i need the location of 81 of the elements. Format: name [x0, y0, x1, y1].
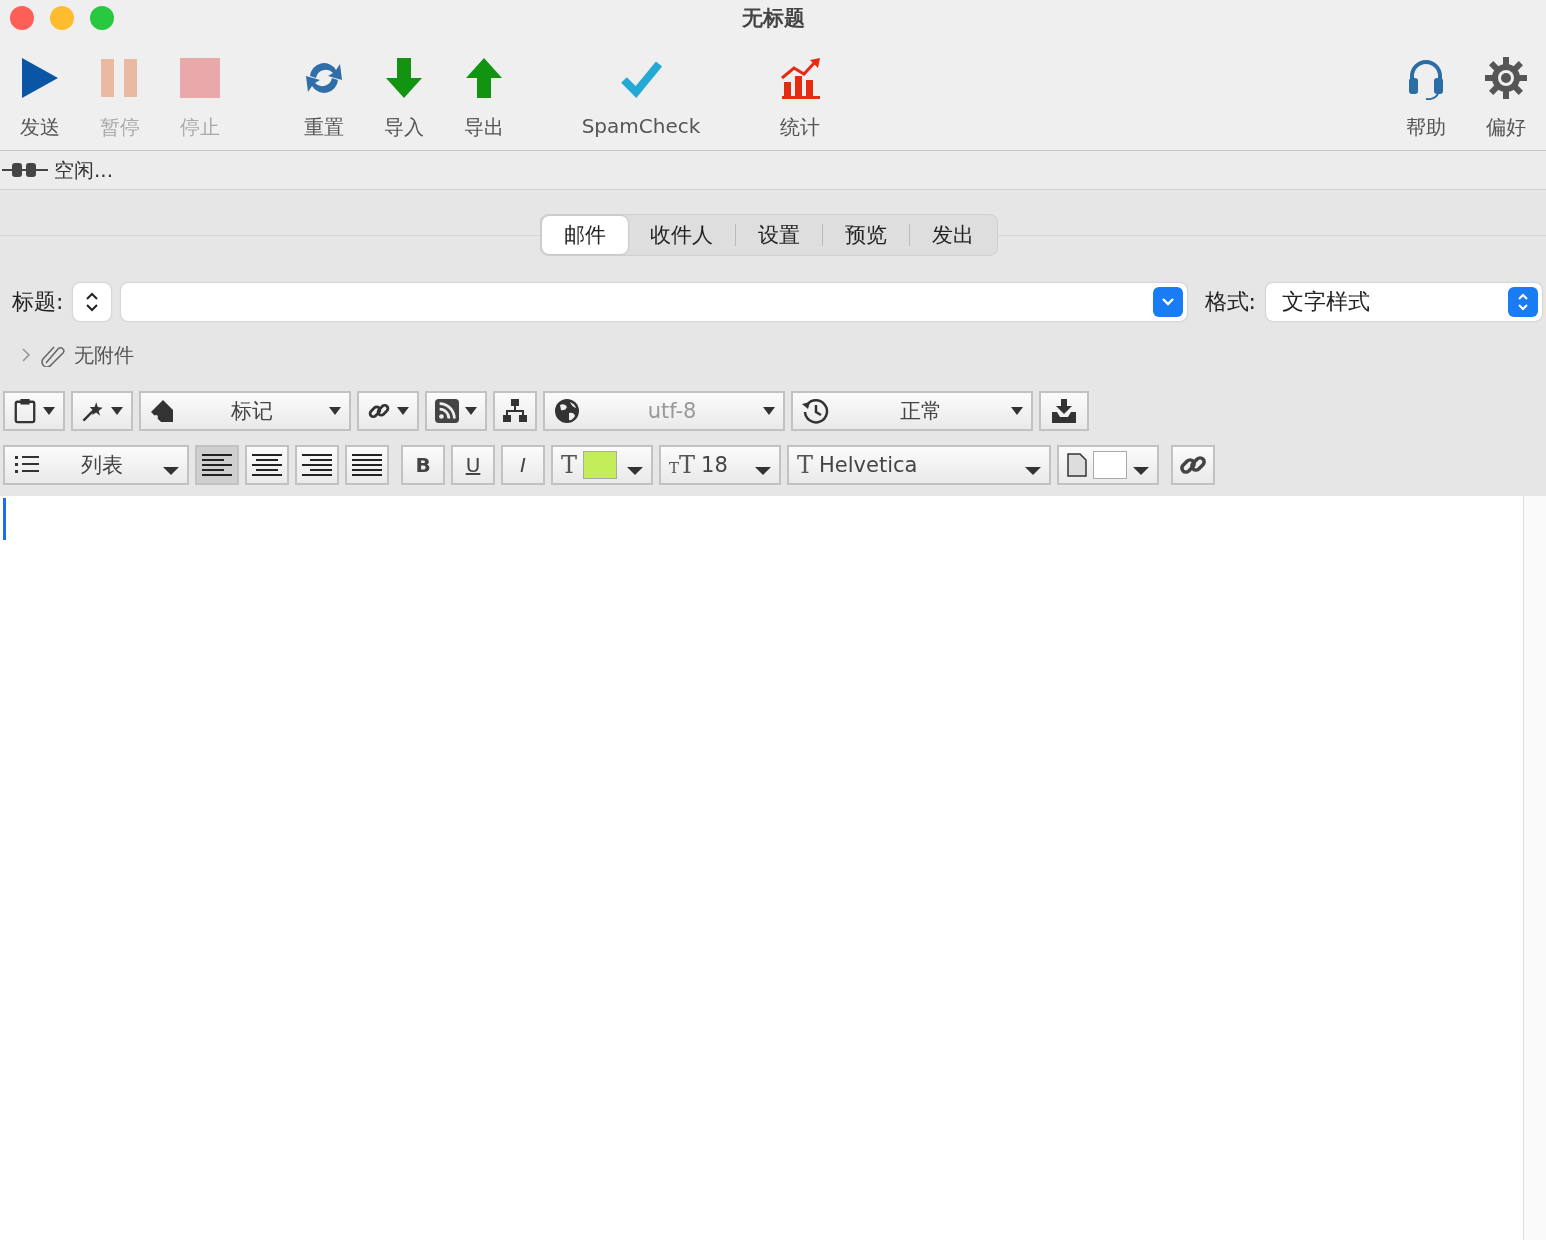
- tab[interactable]: 发出: [910, 216, 996, 254]
- font-size-glyph: TT: [669, 451, 696, 479]
- tab[interactable]: 预览: [823, 216, 909, 254]
- caret-icon: [755, 467, 771, 475]
- toolbar-button[interactable]: 帮助: [1386, 36, 1466, 150]
- globe-icon: [553, 397, 581, 425]
- toolbar-button[interactable]: 偏好: [1466, 36, 1546, 150]
- rss-menu-button[interactable]: [425, 391, 487, 431]
- toolbar-button[interactable]: 发送: [0, 36, 80, 150]
- sitemap-button[interactable]: [493, 391, 537, 431]
- window-title: 无标题: [741, 5, 805, 32]
- attachments-label: 无附件: [74, 341, 134, 369]
- subject-field[interactable]: [121, 283, 1187, 321]
- font-size-value: 18: [701, 453, 729, 477]
- page-icon: [1067, 453, 1087, 477]
- history-clock-icon: [801, 396, 831, 426]
- plug-icon: [2, 160, 48, 180]
- font-size-select[interactable]: TT 18: [659, 445, 781, 485]
- magic-wand-menu-button[interactable]: [71, 391, 133, 431]
- rss-icon: [435, 398, 459, 424]
- priority-select[interactable]: 正常: [791, 391, 1033, 431]
- color-swatch: [583, 451, 617, 479]
- format-select[interactable]: 文字样式: [1266, 283, 1542, 321]
- text-lines-icon: [200, 452, 234, 478]
- clipboard-icon: [13, 397, 37, 425]
- caret-icon: [627, 467, 643, 475]
- bar-chart-icon: [778, 56, 822, 100]
- toolbar-button[interactable]: SpamCheck: [566, 36, 716, 150]
- list-style-select[interactable]: 列表: [3, 445, 189, 485]
- italic-button[interactable]: I: [501, 445, 545, 485]
- clipboard-menu-button[interactable]: [3, 391, 65, 431]
- close-button[interactable]: [10, 6, 34, 30]
- caret-icon: [1011, 407, 1023, 415]
- format-label: 格式:: [1204, 288, 1256, 316]
- background-color-button[interactable]: [1057, 445, 1159, 485]
- font-glyph: T: [797, 451, 813, 479]
- font-name: Helvetica: [819, 453, 919, 477]
- tab[interactable]: 邮件: [542, 216, 628, 254]
- color-swatch: [1093, 451, 1127, 479]
- link-menu-button[interactable]: [357, 391, 419, 431]
- caret-icon: [163, 467, 179, 475]
- list-icon: [13, 454, 41, 476]
- text-lines-icon: [250, 452, 284, 478]
- tab[interactable]: 设置: [736, 216, 822, 254]
- toolbar-button[interactable]: 统计: [760, 36, 840, 150]
- stop-icon: [178, 56, 222, 100]
- justify-button[interactable]: [345, 445, 389, 485]
- align-right-button[interactable]: [295, 445, 339, 485]
- toolbar-button[interactable]: 导入: [364, 36, 444, 150]
- link-button[interactable]: [1171, 445, 1215, 485]
- status-text: 空闲...: [54, 156, 114, 184]
- caret-icon: [111, 407, 123, 415]
- tab[interactable]: 收件人: [628, 216, 735, 254]
- font-select[interactable]: T Helvetica: [787, 445, 1051, 485]
- text-lines-icon: [350, 452, 384, 478]
- text-color-button[interactable]: T: [551, 445, 653, 485]
- text-lines-icon: [300, 452, 334, 478]
- caret-icon: [43, 407, 55, 415]
- caret-icon: [465, 407, 477, 415]
- sitemap-icon: [502, 399, 528, 423]
- bold-button[interactable]: B: [401, 445, 445, 485]
- gear-icon: [1484, 56, 1528, 100]
- caret-icon: [1025, 467, 1041, 475]
- download-tray-icon: [1050, 398, 1078, 424]
- tag-menu-button[interactable]: 标记: [139, 391, 351, 431]
- toolbar-button[interactable]: 重置: [284, 36, 364, 150]
- stepper-button[interactable]: [73, 283, 112, 321]
- align-center-button[interactable]: [245, 445, 289, 485]
- align-left-button[interactable]: [195, 445, 239, 485]
- caret-icon: [397, 407, 409, 415]
- toolbar-button[interactable]: 导出: [444, 36, 524, 150]
- up-down-chevron-icon: [85, 291, 100, 313]
- underline-button[interactable]: U: [451, 445, 495, 485]
- dropdown-icon: [1152, 287, 1183, 317]
- download-tray-button[interactable]: [1039, 391, 1089, 431]
- text-cursor: [3, 498, 6, 540]
- caret-icon: [329, 407, 341, 415]
- up-down-chevron-icon: [1508, 287, 1538, 317]
- subject-label: 标题:: [12, 288, 64, 316]
- caret-icon: [763, 407, 775, 415]
- caret-icon: [1133, 467, 1149, 475]
